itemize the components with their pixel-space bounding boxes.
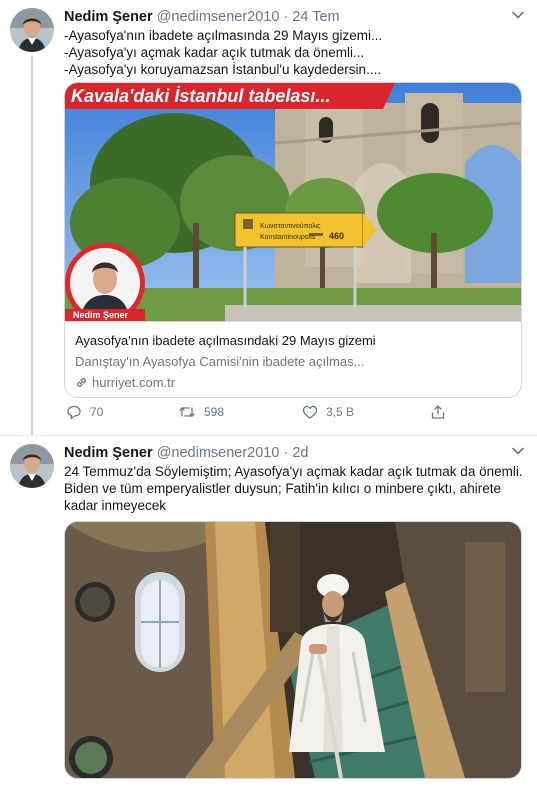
separator-dot: · <box>283 9 289 25</box>
tweet-header: Nedim Şener @nedimsener2010 · 24 Tem <box>64 8 340 26</box>
thread-line <box>31 56 33 435</box>
author-handle[interactable]: @nedimsener2010 <box>157 445 280 461</box>
card-description: Danıştay'ın Ayasofya Camisi'nin ibadete … <box>75 354 365 369</box>
tweet[interactable]: Nedim Şener @nedimsener2010 · 24 Tem -Ay… <box>0 0 537 435</box>
sign-text: Κωνσταντινούπολις <box>260 222 321 230</box>
link-icon <box>77 378 86 387</box>
share-icon <box>431 405 445 419</box>
separator-dot: · <box>283 445 289 461</box>
sign-text: Konstantinoupolis <box>260 234 316 241</box>
share-button[interactable] <box>430 404 446 420</box>
tweet-text-line: -Ayasofya'nın ibadete açılmasında 29 May… <box>64 28 383 43</box>
tweet-text-line: -Ayasofya'yı koruyamazsan İstanbul'u kay… <box>64 62 382 77</box>
tweet-text-line: Biden ve tüm emperyalistler duysun; Fati… <box>64 481 502 496</box>
author-name[interactable]: Nedim Şener <box>64 445 153 461</box>
avatar[interactable] <box>10 444 54 488</box>
chevron-down-icon[interactable] <box>511 444 525 458</box>
card-link-text: hurriyet.com.tr <box>92 375 176 390</box>
timestamp[interactable]: 2d <box>292 445 308 461</box>
card-banner-text: Kavala'daki İstanbul tabelası... <box>71 86 330 106</box>
chevron-down-icon[interactable] <box>511 8 525 22</box>
like-count: 3,5 B <box>326 405 355 419</box>
reply-count: 70 <box>90 405 104 419</box>
avatar[interactable] <box>10 8 54 52</box>
card-meta[interactable]: Ayasofya'nın ibadete açılmasındaki 29 Ma… <box>65 321 521 397</box>
card-link[interactable]: hurriyet.com.tr <box>75 374 511 391</box>
like-icon <box>302 405 318 419</box>
link-card[interactable]: Κωνσταντινούπολις Konstantinoupolis 460 … <box>64 82 522 398</box>
card-title: Ayasofya'nın ibadete açılmasındaki 29 Ma… <box>75 333 376 348</box>
author-name[interactable]: Nedim Şener <box>64 9 153 25</box>
timestamp[interactable]: 24 Tem <box>292 9 339 25</box>
tweet-text: 24 Temmuz'da Söylemiştim; Ayasofya'yı aç… <box>64 463 525 514</box>
retweet-count: 598 <box>204 405 225 419</box>
retweet-icon <box>179 407 195 417</box>
like-button[interactable]: 3,5 B <box>302 404 354 420</box>
tweet-photo[interactable] <box>64 521 522 779</box>
retweet-button[interactable]: 598 <box>178 404 224 420</box>
reply-button[interactable]: 70 <box>66 404 103 420</box>
tweet-header: Nedim Şener @nedimsener2010 · 2d <box>64 444 308 462</box>
tweet-text: -Ayasofya'nın ibadete açılmasında 29 May… <box>64 27 525 78</box>
card-image[interactable]: Κωνσταντινούπολις Konstantinoupolis 460 … <box>65 83 521 321</box>
card-author-label: Nedim Şener <box>73 310 129 320</box>
reply-icon <box>67 405 81 420</box>
tweet-actions: 70 598 3,5 B <box>64 404 484 424</box>
sign-distance: 460 <box>329 231 344 241</box>
author-handle[interactable]: @nedimsener2010 <box>157 9 280 25</box>
tweet-text-line: -Ayasofya'yı açmak kadar açık tutmak da … <box>64 45 365 60</box>
tweet-text-line: 24 Temmuz'da Söylemiştim; Ayasofya'yı aç… <box>64 464 523 479</box>
tweet-text-line: kadar inmeyecek <box>64 498 167 513</box>
